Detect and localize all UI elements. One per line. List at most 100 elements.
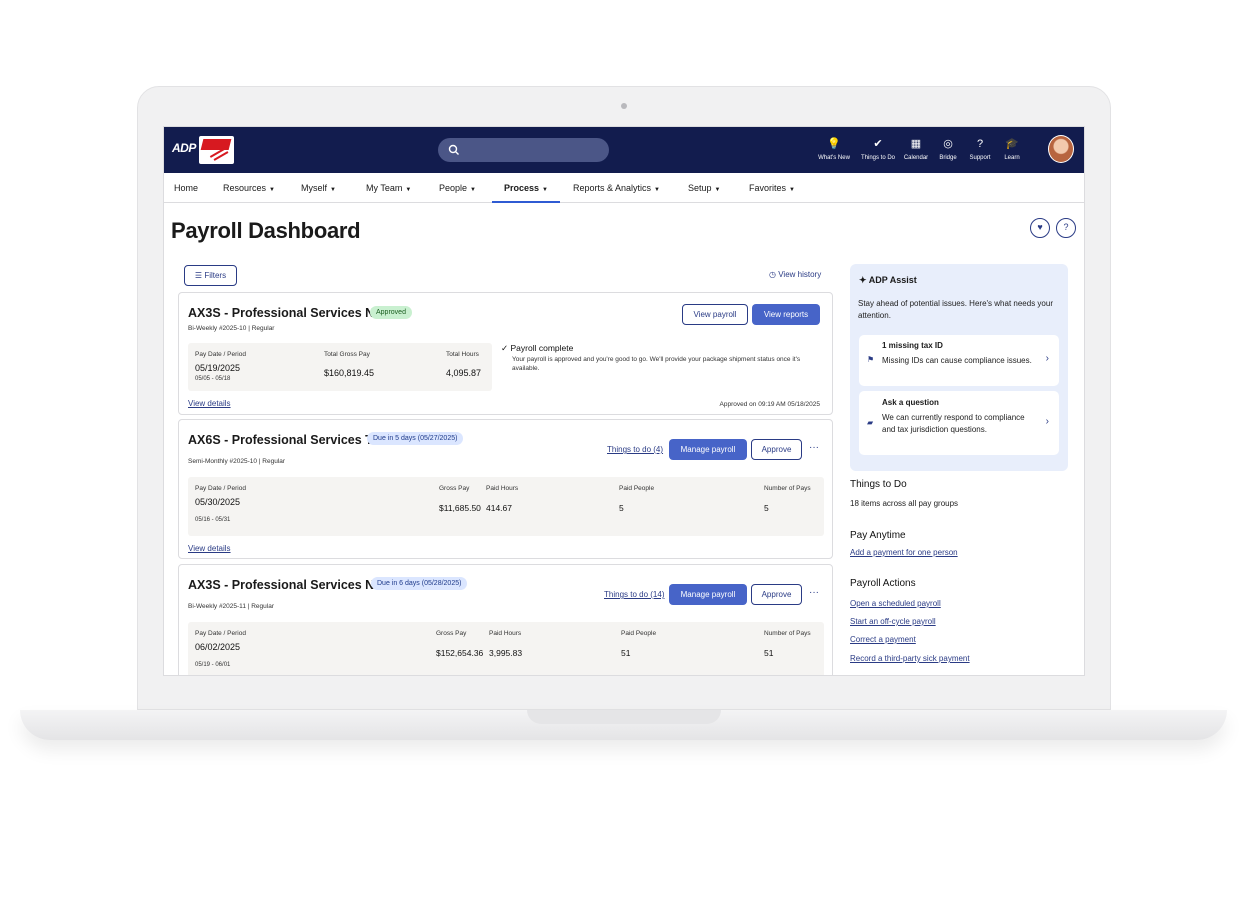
search-icon (448, 144, 459, 155)
payroll-card: AX6S - Professional Services T... Due in… (178, 419, 833, 559)
view-payroll-button[interactable]: View payroll (682, 304, 748, 325)
pay-period: 05/19 - 06/01 (195, 662, 231, 668)
help-button[interactable]: ? (1056, 218, 1076, 238)
menu-myself[interactable]: Myself ▼ (301, 173, 336, 203)
pay-date: 05/19/2025 (195, 363, 241, 373)
status-badge: Approved (370, 306, 412, 319)
favorite-button[interactable]: ♥ (1030, 218, 1050, 238)
menu-setup[interactable]: Setup ▼ (688, 173, 720, 203)
manage-payroll-button[interactable]: Manage payroll (669, 439, 747, 460)
menu-home[interactable]: Home (174, 173, 198, 203)
top-header: ADP 💡 What's New ✔ Things to Do ▦ Calend… (164, 127, 1084, 173)
record-sick-payment-link[interactable]: Record a third-party sick payment (850, 654, 970, 663)
paid-people: 5 (619, 503, 624, 513)
sparkle-icon: ✦ (859, 275, 867, 285)
chevron-down-icon: ▼ (269, 187, 275, 193)
view-details-link[interactable]: View details (188, 399, 231, 408)
filters-button[interactable]: ☰ Filters (184, 265, 237, 286)
nav-icon-label: Things to Do (860, 155, 896, 161)
menu-my-team[interactable]: My Team ▼ (366, 173, 411, 203)
menu-favorites[interactable]: Favorites ▼ (749, 173, 795, 203)
pay-anytime-heading: Pay Anytime (850, 530, 906, 541)
payroll-complete-title: ✓ Payroll complete (501, 343, 574, 353)
chevron-down-icon: ▼ (714, 187, 721, 193)
add-payment-link[interactable]: Add a payment for one person (850, 548, 958, 557)
payroll-subtitle: Bi-Weekly #2025-10 | Regular (188, 325, 275, 332)
page-title: Payroll Dashboard (171, 218, 361, 243)
payroll-card-title[interactable]: AX3S - Professional Services N... (188, 306, 385, 320)
pay-period: 05/05 - 05/18 (195, 376, 231, 382)
help-icon: ? (976, 138, 984, 150)
approve-button[interactable]: Approve (751, 439, 802, 460)
view-history-link[interactable]: ◷ View history (769, 270, 821, 279)
things-to-do-link[interactable]: Things to do (4) (607, 445, 663, 454)
payroll-stats: Pay Date / Period 05/19/2025 05/05 - 05/… (188, 343, 492, 391)
status-badge: Due in 5 days (05/27/2025) (367, 432, 464, 445)
laptop-notch (527, 710, 721, 724)
assist-title: ✦ ADP Assist (859, 275, 917, 285)
total-hours: 4,095.87 (446, 368, 482, 378)
bridge-button[interactable]: ◎ Bridge (932, 133, 964, 161)
flag-icon: ⚑ (867, 355, 875, 364)
assist-item-missing-tax-id[interactable]: ⚑ 1 missing tax ID Missing IDs can cause… (859, 335, 1059, 386)
more-options-icon[interactable]: ··· (809, 442, 819, 453)
whats-new-button[interactable]: 💡 What's New (812, 133, 856, 161)
approve-button[interactable]: Approve (751, 584, 802, 605)
things-to-do-button[interactable]: ✔ Things to Do (856, 133, 900, 161)
payroll-stats: Pay Date / Period 06/02/2025 05/19 - 06/… (188, 622, 824, 675)
history-icon: ◷ (769, 270, 776, 279)
assist-item-ask-question[interactable]: ▰ Ask a question We can currently respon… (859, 391, 1059, 455)
number-of-pays: 5 (764, 503, 769, 513)
more-options-icon[interactable]: ··· (809, 587, 819, 598)
view-details-link[interactable]: View details (188, 544, 231, 553)
start-off-cycle-payroll-link[interactable]: Start an off-cycle payroll (850, 617, 936, 626)
things-to-do-link[interactable]: Things to do (14) (604, 590, 664, 599)
payroll-complete-desc: Your payroll is approved and you're good… (512, 356, 801, 372)
chevron-down-icon: ▼ (654, 187, 660, 193)
menu-reports-analytics[interactable]: Reports & Analytics ▼ (573, 173, 660, 203)
chevron-right-icon: › (1045, 353, 1049, 364)
paid-hours: 414.67 (486, 503, 512, 513)
gross-pay: $152,654.36 (436, 648, 484, 658)
nav-icon-label: Support (969, 155, 991, 161)
view-reports-button[interactable]: View reports (752, 304, 820, 325)
support-button[interactable]: ? Support (964, 133, 996, 161)
bridge-icon: ◎ (943, 138, 953, 150)
chat-icon: ▰ (867, 418, 874, 427)
manage-payroll-button[interactable]: Manage payroll (669, 584, 747, 605)
adp-logo[interactable]: ADP (172, 141, 196, 155)
nav-icon-label: Learn (1004, 155, 1020, 161)
graduation-cap-icon: 🎓 (1005, 138, 1019, 150)
payroll-card-title[interactable]: AX6S - Professional Services T... (188, 433, 382, 447)
search-input[interactable] (438, 138, 609, 162)
nav-icon-label: Bridge (939, 155, 957, 161)
chevron-right-icon: › (1045, 416, 1049, 427)
approved-timestamp: Approved on 09:19 AM 05/18/2025 (719, 401, 820, 408)
nav-icon-label: Calendar (903, 155, 929, 161)
open-scheduled-payroll-link[interactable]: Open a scheduled payroll (850, 599, 941, 608)
calendar-button[interactable]: ▦ Calendar (900, 133, 932, 161)
menu-resources[interactable]: Resources ▼ (223, 173, 275, 203)
correct-payment-link[interactable]: Correct a payment (850, 635, 916, 644)
chevron-down-icon: ▼ (470, 187, 476, 193)
payroll-card-title[interactable]: AX3S - Professional Services N... (188, 578, 385, 592)
menu-process[interactable]: Process ▼ (492, 173, 560, 203)
payroll-subtitle: Bi-Weekly #2025-11 | Regular (188, 603, 274, 610)
learn-button[interactable]: 🎓 Learn (996, 133, 1028, 161)
calendar-icon: ▦ (910, 138, 922, 150)
pay-date: 06/02/2025 (195, 642, 241, 652)
status-badge: Due in 6 days (05/28/2025) (371, 577, 468, 590)
paid-people: 51 (621, 648, 631, 658)
chevron-down-icon: ▼ (789, 187, 795, 193)
user-avatar[interactable] (1048, 135, 1074, 163)
total-gross-pay: $160,819.45 (324, 368, 375, 378)
adp-assist-panel: ✦ ADP Assist Stay ahead of potential iss… (850, 264, 1068, 471)
payroll-card: AX3S - Professional Services N... Due in… (178, 564, 833, 675)
payroll-subtitle: Semi-Monthly #2025-10 | Regular (188, 458, 286, 465)
assist-description: Stay ahead of potential issues. Here's w… (858, 299, 1053, 320)
paid-hours: 3,995.83 (489, 648, 523, 658)
menu-people[interactable]: People ▼ (439, 173, 476, 203)
checkmark-icon: ✓ (501, 343, 509, 353)
gross-pay: $11,685.50 (439, 503, 481, 513)
chevron-down-icon: ▼ (405, 187, 412, 193)
